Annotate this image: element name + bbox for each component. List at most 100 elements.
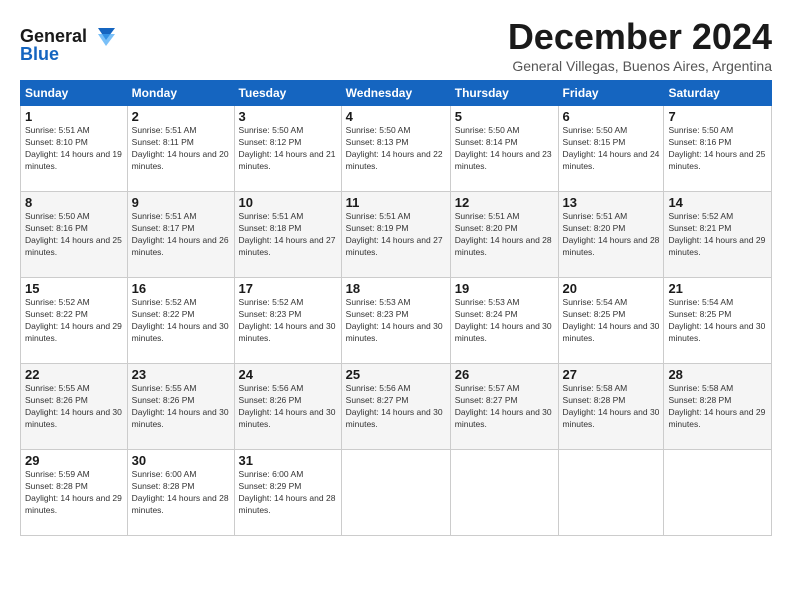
day-number: 7	[668, 109, 767, 124]
day-number: 1	[25, 109, 123, 124]
day-detail: Sunrise: 5:51 AMSunset: 8:19 PMDaylight:…	[346, 211, 443, 257]
day-detail: Sunrise: 5:54 AMSunset: 8:25 PMDaylight:…	[563, 297, 660, 343]
calendar-cell: 8 Sunrise: 5:50 AMSunset: 8:16 PMDayligh…	[21, 192, 128, 278]
day-detail: Sunrise: 5:55 AMSunset: 8:26 PMDaylight:…	[25, 383, 122, 429]
day-detail: Sunrise: 5:51 AMSunset: 8:18 PMDaylight:…	[239, 211, 336, 257]
day-detail: Sunrise: 5:57 AMSunset: 8:27 PMDaylight:…	[455, 383, 552, 429]
logo-text: General Blue	[20, 20, 115, 73]
day-detail: Sunrise: 5:50 AMSunset: 8:12 PMDaylight:…	[239, 125, 336, 171]
day-number: 20	[563, 281, 660, 296]
day-detail: Sunrise: 5:50 AMSunset: 8:16 PMDaylight:…	[25, 211, 122, 257]
calendar-cell: 18 Sunrise: 5:53 AMSunset: 8:23 PMDaylig…	[341, 278, 450, 364]
header-row: Sunday Monday Tuesday Wednesday Thursday…	[21, 81, 772, 106]
calendar-cell: 20 Sunrise: 5:54 AMSunset: 8:25 PMDaylig…	[558, 278, 664, 364]
day-detail: Sunrise: 5:59 AMSunset: 8:28 PMDaylight:…	[25, 469, 122, 515]
calendar-cell: 28 Sunrise: 5:58 AMSunset: 8:28 PMDaylig…	[664, 364, 772, 450]
calendar-cell: 13 Sunrise: 5:51 AMSunset: 8:20 PMDaylig…	[558, 192, 664, 278]
svg-text:General: General	[20, 26, 87, 46]
day-number: 15	[25, 281, 123, 296]
day-number: 25	[346, 367, 446, 382]
calendar-header: Sunday Monday Tuesday Wednesday Thursday…	[21, 81, 772, 106]
header-monday: Monday	[127, 81, 234, 106]
calendar-week-2: 8 Sunrise: 5:50 AMSunset: 8:16 PMDayligh…	[21, 192, 772, 278]
calendar-cell: 19 Sunrise: 5:53 AMSunset: 8:24 PMDaylig…	[450, 278, 558, 364]
month-title: December 2024	[508, 16, 772, 58]
calendar-cell: 24 Sunrise: 5:56 AMSunset: 8:26 PMDaylig…	[234, 364, 341, 450]
calendar-cell: 16 Sunrise: 5:52 AMSunset: 8:22 PMDaylig…	[127, 278, 234, 364]
day-detail: Sunrise: 5:56 AMSunset: 8:26 PMDaylight:…	[239, 383, 336, 429]
calendar-cell	[450, 450, 558, 536]
calendar-cell: 2 Sunrise: 5:51 AMSunset: 8:11 PMDayligh…	[127, 106, 234, 192]
day-number: 16	[132, 281, 230, 296]
calendar-cell: 22 Sunrise: 5:55 AMSunset: 8:26 PMDaylig…	[21, 364, 128, 450]
header-friday: Friday	[558, 81, 664, 106]
day-number: 5	[455, 109, 554, 124]
day-detail: Sunrise: 5:51 AMSunset: 8:20 PMDaylight:…	[455, 211, 552, 257]
calendar-cell: 23 Sunrise: 5:55 AMSunset: 8:26 PMDaylig…	[127, 364, 234, 450]
day-number: 3	[239, 109, 337, 124]
day-detail: Sunrise: 5:51 AMSunset: 8:11 PMDaylight:…	[132, 125, 229, 171]
calendar-cell: 26 Sunrise: 5:57 AMSunset: 8:27 PMDaylig…	[450, 364, 558, 450]
calendar-cell: 4 Sunrise: 5:50 AMSunset: 8:13 PMDayligh…	[341, 106, 450, 192]
calendar-page: General Blue December 2024 General Ville…	[0, 0, 792, 612]
day-detail: Sunrise: 5:50 AMSunset: 8:15 PMDaylight:…	[563, 125, 660, 171]
day-number: 6	[563, 109, 660, 124]
day-number: 31	[239, 453, 337, 468]
calendar-cell: 15 Sunrise: 5:52 AMSunset: 8:22 PMDaylig…	[21, 278, 128, 364]
day-number: 23	[132, 367, 230, 382]
header-thursday: Thursday	[450, 81, 558, 106]
calendar-week-5: 29 Sunrise: 5:59 AMSunset: 8:28 PMDaylig…	[21, 450, 772, 536]
day-detail: Sunrise: 5:50 AMSunset: 8:16 PMDaylight:…	[668, 125, 765, 171]
day-detail: Sunrise: 5:56 AMSunset: 8:27 PMDaylight:…	[346, 383, 443, 429]
calendar-cell: 27 Sunrise: 5:58 AMSunset: 8:28 PMDaylig…	[558, 364, 664, 450]
header-saturday: Saturday	[664, 81, 772, 106]
day-number: 9	[132, 195, 230, 210]
calendar-cell: 5 Sunrise: 5:50 AMSunset: 8:14 PMDayligh…	[450, 106, 558, 192]
calendar-week-3: 15 Sunrise: 5:52 AMSunset: 8:22 PMDaylig…	[21, 278, 772, 364]
day-number: 26	[455, 367, 554, 382]
day-number: 11	[346, 195, 446, 210]
day-number: 2	[132, 109, 230, 124]
logo: General Blue	[20, 20, 115, 73]
day-number: 24	[239, 367, 337, 382]
day-detail: Sunrise: 5:52 AMSunset: 8:22 PMDaylight:…	[25, 297, 122, 343]
calendar-cell: 11 Sunrise: 5:51 AMSunset: 8:19 PMDaylig…	[341, 192, 450, 278]
calendar-week-1: 1 Sunrise: 5:51 AMSunset: 8:10 PMDayligh…	[21, 106, 772, 192]
day-detail: Sunrise: 5:58 AMSunset: 8:28 PMDaylight:…	[563, 383, 660, 429]
header: General Blue December 2024 General Ville…	[20, 16, 772, 74]
calendar-cell: 29 Sunrise: 5:59 AMSunset: 8:28 PMDaylig…	[21, 450, 128, 536]
day-detail: Sunrise: 6:00 AMSunset: 8:28 PMDaylight:…	[132, 469, 229, 515]
calendar-body: 1 Sunrise: 5:51 AMSunset: 8:10 PMDayligh…	[21, 106, 772, 536]
title-block: December 2024 General Villegas, Buenos A…	[508, 16, 772, 74]
day-detail: Sunrise: 5:52 AMSunset: 8:22 PMDaylight:…	[132, 297, 229, 343]
calendar-cell: 10 Sunrise: 5:51 AMSunset: 8:18 PMDaylig…	[234, 192, 341, 278]
calendar-cell: 14 Sunrise: 5:52 AMSunset: 8:21 PMDaylig…	[664, 192, 772, 278]
day-detail: Sunrise: 5:55 AMSunset: 8:26 PMDaylight:…	[132, 383, 229, 429]
calendar-cell: 21 Sunrise: 5:54 AMSunset: 8:25 PMDaylig…	[664, 278, 772, 364]
day-detail: Sunrise: 5:51 AMSunset: 8:20 PMDaylight:…	[563, 211, 660, 257]
header-sunday: Sunday	[21, 81, 128, 106]
day-detail: Sunrise: 5:52 AMSunset: 8:23 PMDaylight:…	[239, 297, 336, 343]
day-number: 22	[25, 367, 123, 382]
day-detail: Sunrise: 5:58 AMSunset: 8:28 PMDaylight:…	[668, 383, 765, 429]
header-tuesday: Tuesday	[234, 81, 341, 106]
calendar-cell: 31 Sunrise: 6:00 AMSunset: 8:29 PMDaylig…	[234, 450, 341, 536]
day-number: 18	[346, 281, 446, 296]
svg-text:Blue: Blue	[20, 44, 59, 64]
calendar-cell: 6 Sunrise: 5:50 AMSunset: 8:15 PMDayligh…	[558, 106, 664, 192]
day-detail: Sunrise: 5:50 AMSunset: 8:13 PMDaylight:…	[346, 125, 443, 171]
calendar-cell: 9 Sunrise: 5:51 AMSunset: 8:17 PMDayligh…	[127, 192, 234, 278]
header-wednesday: Wednesday	[341, 81, 450, 106]
day-detail: Sunrise: 5:52 AMSunset: 8:21 PMDaylight:…	[668, 211, 765, 257]
day-number: 28	[668, 367, 767, 382]
calendar-cell: 30 Sunrise: 6:00 AMSunset: 8:28 PMDaylig…	[127, 450, 234, 536]
calendar-cell: 3 Sunrise: 5:50 AMSunset: 8:12 PMDayligh…	[234, 106, 341, 192]
calendar-table: Sunday Monday Tuesday Wednesday Thursday…	[20, 80, 772, 536]
day-detail: Sunrise: 5:51 AMSunset: 8:17 PMDaylight:…	[132, 211, 229, 257]
day-number: 29	[25, 453, 123, 468]
day-number: 13	[563, 195, 660, 210]
calendar-cell: 25 Sunrise: 5:56 AMSunset: 8:27 PMDaylig…	[341, 364, 450, 450]
calendar-cell	[664, 450, 772, 536]
day-number: 4	[346, 109, 446, 124]
location-subtitle: General Villegas, Buenos Aires, Argentin…	[508, 58, 772, 74]
